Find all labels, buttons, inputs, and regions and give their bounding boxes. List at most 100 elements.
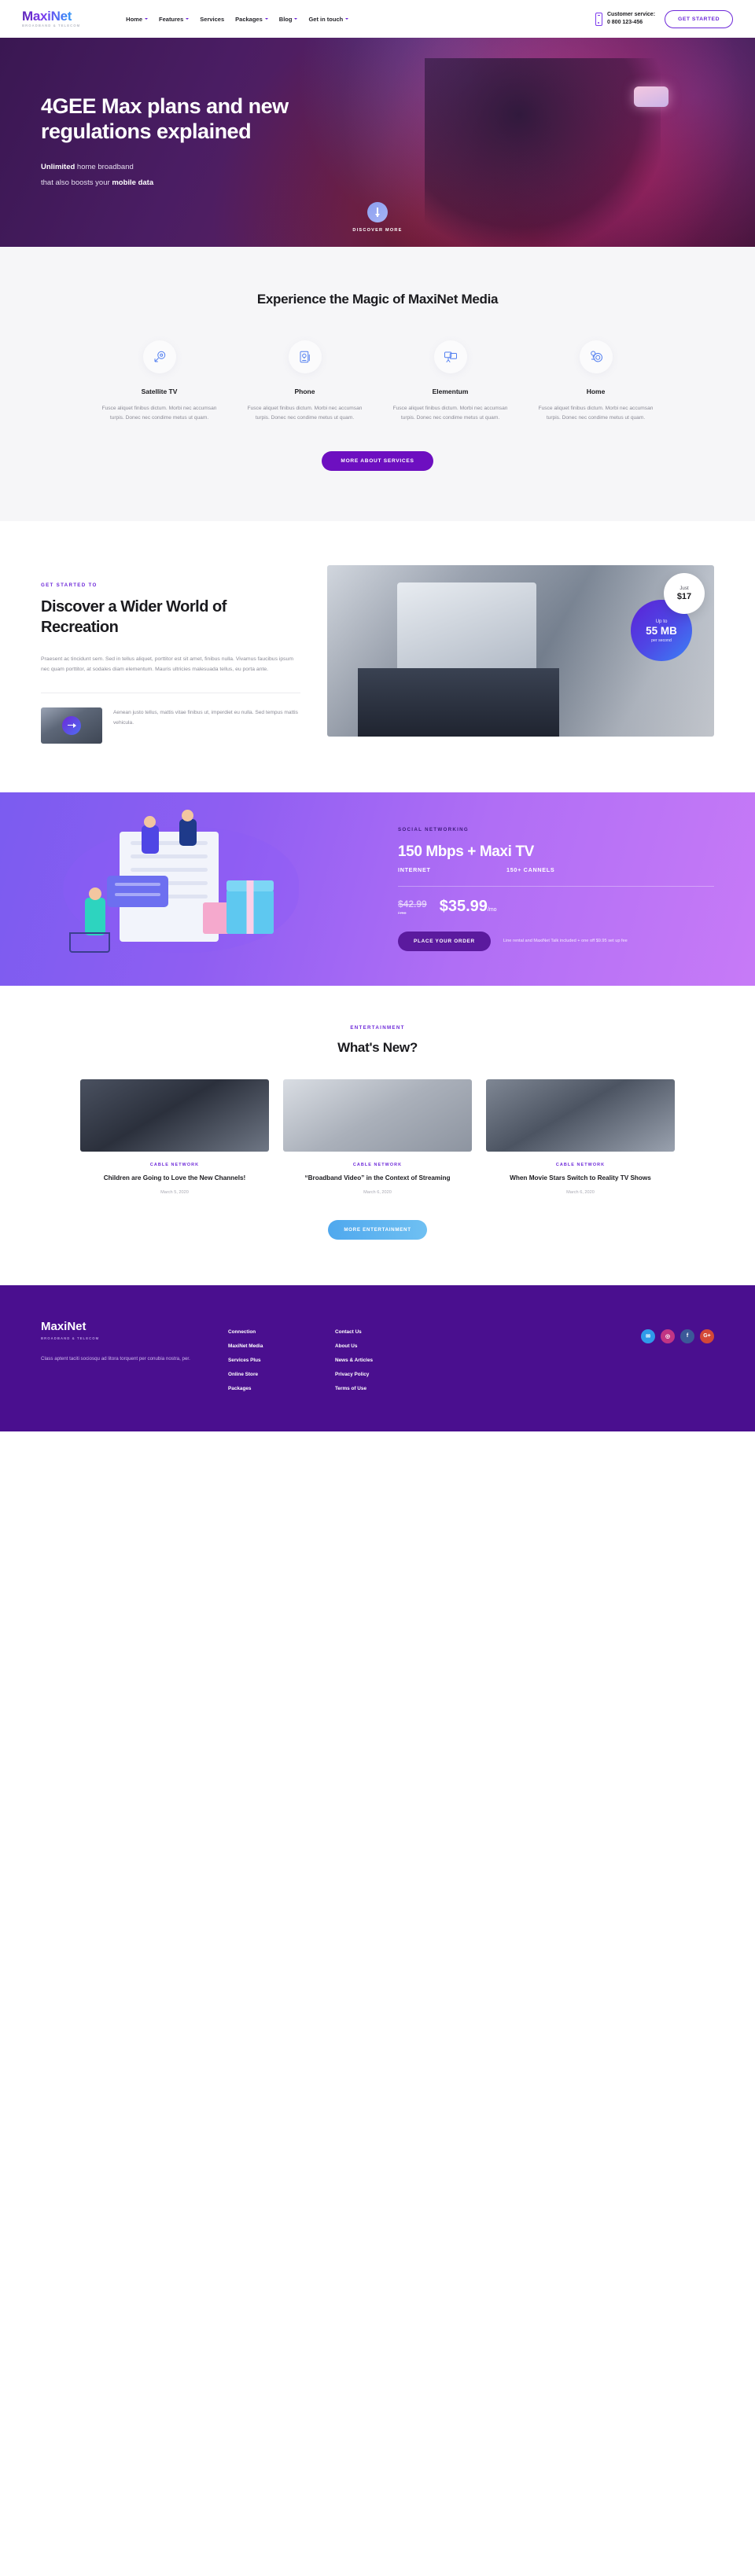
service-card-text: Fusce aliquet finibus dictum. Morbi nec … — [538, 405, 654, 421]
service-card[interactable]: Phone Fusce aliquet finibus dictum. Morbi… — [232, 340, 378, 423]
promo-meta-internet: INTERNET — [398, 865, 431, 873]
service-card-text: Fusce aliquet finibus dictum. Morbi nec … — [392, 405, 508, 421]
hero-sub-text-2: that also boosts your — [41, 178, 110, 188]
post-card[interactable]: CABLE NETWORK Children are Going to Love … — [80, 1079, 269, 1195]
discover-image-column: Just $17 Up to 55 MB per second — [327, 565, 714, 743]
service-card[interactable]: Satellite TV Fusce aliquet finibus dictum… — [87, 340, 232, 423]
nav-item-home[interactable]: Home — [126, 16, 149, 23]
promo-new-price-unit: /mo — [487, 906, 497, 913]
post-thumbnail[interactable] — [80, 1079, 269, 1152]
nav-item-packages[interactable]: Packages — [235, 16, 268, 23]
discover-paragraph: Praesent ac tincidunt sem. Sed in tellus… — [41, 656, 293, 673]
nav-item-label: Blog — [278, 15, 293, 23]
post-title[interactable]: When Movie Stars Switch to Reality TV Sh… — [486, 1174, 675, 1183]
post-list: CABLE NETWORK Children are Going to Love … — [0, 1079, 755, 1195]
promo-old-price-wrap: $42.99 / mo — [398, 898, 427, 916]
promo-content: SOCIAL NETWORKING 150 Mbps + Maxi TV INT… — [398, 827, 714, 951]
scroll-down-area: DISCOVER MORE — [0, 202, 755, 233]
footer-link-contact-us[interactable]: Contact Us — [335, 1329, 422, 1335]
satellite-dish-icon — [142, 340, 176, 373]
post-title[interactable]: Children are Going to Love the New Chann… — [80, 1174, 269, 1183]
post-category[interactable]: CABLE NETWORK — [283, 1163, 472, 1167]
instagram-icon[interactable]: ◎ — [661, 1328, 675, 1343]
post-title[interactable]: “Broadband Video” in the Context of Stre… — [283, 1174, 472, 1183]
promo-old-price: $42.99 — [398, 898, 427, 910]
speed-badge-value: 55 MB — [646, 624, 677, 637]
footer-description: Class aptent taciti sociosqu ad litora t… — [41, 1355, 190, 1361]
logo[interactable]: MaxiNet BROADBAND & TELECOM — [22, 9, 80, 28]
twitter-icon[interactable]: ✉ — [641, 1328, 655, 1343]
hero-subtitle: Unlimited home broadband that also boost… — [41, 160, 755, 191]
services-section: Experience the Magic of MaxiNet Media Sa… — [0, 247, 755, 522]
post-date: March 5, 2020 — [160, 1189, 189, 1195]
more-about-services-button[interactable]: MORE ABOUT SERVICES — [322, 451, 433, 472]
footer-link-connection[interactable]: Connection — [228, 1329, 315, 1335]
footer-link-about-us[interactable]: About Us — [335, 1343, 422, 1349]
footer-brand: MaxiNet BROADBAND & TELECOM Class aptent… — [41, 1320, 208, 1400]
discover-text-column: GET STARTED TO Discover a Wider World of… — [41, 565, 300, 744]
chevron-down-icon — [294, 18, 298, 20]
footer-link-maxinet-media[interactable]: MaxiNet Media — [228, 1343, 315, 1349]
nav-item-services[interactable]: Services — [200, 16, 224, 23]
video-thumbnail[interactable] — [41, 707, 102, 744]
hero-sub-bold-2: mobile data — [112, 178, 154, 188]
customer-service[interactable]: Customer service: 0 800 123-456 — [595, 11, 655, 27]
post-category[interactable]: CABLE NETWORK — [486, 1163, 675, 1167]
post-thumbnail[interactable] — [486, 1079, 675, 1152]
place-your-order-button[interactable]: PLACE YOUR ORDER — [398, 931, 491, 951]
chevron-down-icon — [345, 18, 349, 20]
nav-item-blog[interactable]: Blog — [279, 16, 298, 23]
more-entertainment-button[interactable]: MORE ENTERTAINMENT — [328, 1219, 427, 1240]
hero-sub-bold-1: Unlimited — [41, 163, 76, 172]
hero-section: 4GEE Max plans and new regulations expla… — [0, 38, 755, 247]
play-arrow-icon[interactable] — [62, 715, 81, 735]
post-category[interactable]: CABLE NETWORK — [80, 1163, 269, 1167]
footer-link-packages[interactable]: Packages — [228, 1386, 315, 1391]
promo-price-row: $42.99 / mo $35.99/mo — [398, 898, 714, 916]
footer-social-links: ✉ ◎ f G+ — [641, 1320, 714, 1400]
footer-link-online-store[interactable]: Online Store — [228, 1372, 315, 1377]
service-card-title: Satellite TV — [141, 387, 178, 395]
site-footer: MaxiNet BROADBAND & TELECOM Class aptent… — [0, 1284, 755, 1431]
news-section: ENTERTAINMENT What's New? CABLE NETWORK C… — [0, 986, 755, 1285]
promo-meta: INTERNET 150+ CANNELS — [398, 866, 714, 873]
promo-new-price-wrap: $35.99/mo — [440, 898, 497, 916]
nav-item-label: Services — [200, 15, 225, 23]
nav-item-features[interactable]: Features — [159, 16, 190, 23]
scroll-down-button[interactable] — [367, 202, 388, 222]
nav-item-label: Packages — [235, 15, 263, 23]
services-title: Experience the Magic of MaxiNet Media — [256, 292, 499, 307]
logo-text: MaxiNet — [22, 9, 80, 23]
footer-link-terms-of-use[interactable]: Terms of Use — [335, 1386, 422, 1391]
footer-link-services-plus[interactable]: Services Plus — [228, 1358, 315, 1363]
promo-meta-channels: 150+ CANNELS — [506, 865, 555, 873]
service-card-title: Elementum — [432, 387, 469, 395]
post-thumbnail[interactable] — [283, 1079, 472, 1152]
google-plus-icon[interactable]: G+ — [700, 1328, 714, 1343]
post-card[interactable]: CABLE NETWORK When Movie Stars Switch to … — [486, 1079, 675, 1195]
footer-link-privacy-policy[interactable]: Privacy Policy — [335, 1372, 422, 1377]
chat-presentation-icon — [433, 340, 467, 373]
footer-link-news-articles[interactable]: News & Articles — [335, 1358, 422, 1363]
post-card[interactable]: CABLE NETWORK “Broadband Video” in the Co… — [283, 1079, 472, 1195]
chevron-down-icon — [145, 18, 149, 20]
document-idea-icon — [288, 340, 322, 373]
news-eyebrow: ENTERTAINMENT — [350, 1024, 405, 1031]
nav-item-label: Get in touch — [308, 15, 344, 23]
chevron-down-icon — [186, 18, 190, 20]
idea-target-icon — [579, 340, 613, 373]
illustration-gift-small — [203, 902, 230, 934]
promo-eyebrow: SOCIAL NETWORKING — [398, 826, 470, 832]
facebook-icon[interactable]: f — [680, 1328, 694, 1343]
speed-badge-unit: per second — [651, 638, 672, 643]
get-started-button[interactable]: GET STARTED — [665, 9, 733, 28]
service-card[interactable]: Elementum Fusce aliquet finibus dictum. M… — [378, 340, 523, 423]
main-nav: Home Features Services Packages Blog Get in t… — [126, 15, 349, 23]
nav-item-get-in-touch[interactable]: Get in touch — [308, 15, 349, 23]
promo-title: 150 Mbps + Maxi TV — [398, 843, 534, 860]
illustration-person-sitting — [142, 815, 159, 854]
service-card[interactable]: Home Fusce aliquet finibus dictum. Morbi … — [523, 340, 668, 423]
footer-logo: MaxiNet — [41, 1319, 87, 1333]
footer-logo-tagline: BROADBAND & TELECOM — [41, 1336, 100, 1340]
illustration-gift-box — [226, 880, 274, 934]
